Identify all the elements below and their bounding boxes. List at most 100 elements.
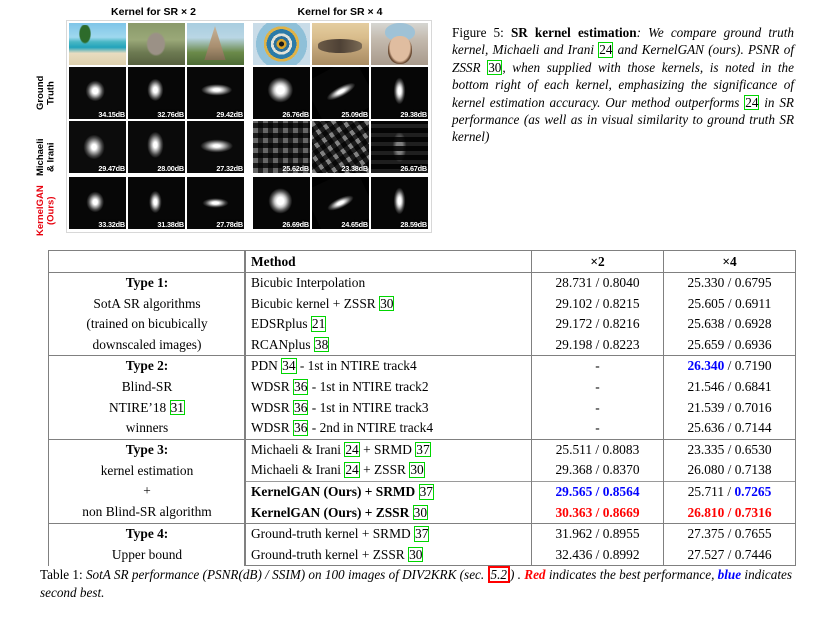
kernel-gt-1: 34.15dB — [69, 67, 126, 119]
psnr-label: 29.47dB — [98, 164, 125, 173]
citation-24[interactable]: 24 — [344, 441, 360, 458]
citation-36[interactable]: 36 — [293, 420, 309, 436]
photo-beach — [69, 23, 126, 65]
kernel-kg-5: 24.65dB — [312, 177, 369, 229]
citation-30[interactable]: 30 — [379, 295, 395, 312]
value-x2: 29.565 / 0.8564 — [531, 480, 664, 503]
kernel-gt-2: 32.76dB — [128, 67, 185, 119]
citation-34[interactable]: 34 — [281, 358, 297, 375]
citation-30[interactable]: 30 — [412, 504, 429, 521]
figure-caption-text-3: , when supplied with those kernels, is n… — [452, 59, 795, 110]
type-label: Type 1: — [125, 275, 169, 290]
method-suffix: - 1st in NTIRE track4 — [296, 358, 417, 374]
value-x2: 29.102 / 0.8215 — [531, 293, 664, 315]
section-reference-5-2[interactable]: 5.2 — [487, 566, 510, 584]
kernel-mi-3: 27.32dB — [187, 121, 244, 173]
value-x2: 28.731 / 0.8040 — [531, 272, 664, 294]
value-x4: 26.340 / 0.7190 — [663, 355, 796, 377]
value-x2: 29.198 / 0.8223 — [531, 334, 664, 357]
figure-row-label-kernelgan: KernelGAN (Ours) — [35, 185, 57, 237]
method-name: Michaeli & Irani — [251, 441, 345, 457]
citation-24[interactable]: 24 — [344, 462, 360, 479]
citation-21[interactable]: 21 — [310, 316, 327, 332]
value-best: 30.363 / 0.8669 — [555, 504, 640, 520]
value-x2: - — [531, 418, 664, 440]
method-cell: WDSR 36 - 2nd in NTIRE track4 — [245, 418, 532, 440]
method-cell: WDSR 36 - 1st in NTIRE track2 — [245, 376, 532, 398]
method-suffix: - 2nd in NTIRE track4 — [308, 420, 434, 436]
citation-37[interactable]: 37 — [415, 441, 431, 458]
figure-row-label-michaeli-irani: Michaeli & Irani — [35, 138, 57, 176]
value-second-best: 0.7265 — [734, 483, 772, 499]
type-desc-line: Upper bound — [111, 546, 183, 562]
legend-red: Red — [524, 567, 546, 582]
photo-squirrel — [128, 23, 185, 65]
method-name: PDN — [251, 358, 282, 374]
type-desc-line: downscaled images) — [92, 336, 202, 352]
citation-37[interactable]: 37 — [418, 483, 434, 500]
psnr-label: 23.38dB — [341, 164, 368, 173]
kernel-mi-1: 29.47dB — [69, 121, 126, 173]
table-caption-label: Table 1: — [40, 567, 83, 582]
table-row[interactable]: Type 1: SotA SR algorithms (trained on b… — [48, 272, 796, 356]
psnr-label: 29.42dB — [216, 110, 243, 119]
psnr-label: 24.65dB — [341, 220, 368, 229]
psnr-label: 31.38dB — [157, 220, 184, 229]
type-desc-line: + — [143, 483, 151, 499]
value-rest: 25.711 / — [687, 483, 735, 499]
citation-30[interactable]: 30 — [487, 59, 503, 76]
table-row[interactable]: Type 3: kernel estimation + non Blind-SR… — [48, 438, 796, 524]
figure-image-grid: 34.15dB 32.76dB 29.42dB 26.76dB 25.09dB … — [66, 20, 432, 233]
citation-30[interactable]: 30 — [409, 462, 425, 479]
value-x4: 25.636 / 0.7144 — [663, 418, 796, 440]
group-label-type-4: Type 4: Upper bound — [48, 523, 246, 566]
psnr-label: 32.76dB — [157, 110, 184, 119]
value-x2: - — [531, 397, 664, 419]
method-name: RCANplus — [251, 336, 314, 352]
citation-24[interactable]: 24 — [598, 42, 614, 58]
method-cell: EDSRplus 21 — [245, 314, 532, 335]
method-cell: KernelGAN (Ours) + SRMD 37 — [245, 480, 532, 503]
citation-37[interactable]: 37 — [414, 526, 430, 542]
figure-kernel-row-michaeli-irani: 29.47dB 28.00dB 27.32dB 25.62dB 23.38dB — [69, 121, 431, 173]
psnr-label: 27.32dB — [216, 164, 243, 173]
figure-photo-row — [69, 23, 431, 65]
figure-caption: Figure 5: SR kernel estimation: We compa… — [452, 24, 794, 146]
psnr-label: 26.69dB — [282, 220, 309, 229]
citation-31[interactable]: 31 — [169, 399, 185, 416]
method-name: KernelGAN (Ours) + SRMD — [251, 483, 419, 499]
citation-36[interactable]: 36 — [293, 399, 309, 416]
value-x4: 26.810 / 0.7316 — [663, 502, 796, 525]
method-name: Ground-truth kernel + SRMD — [251, 526, 415, 542]
citation-30[interactable]: 30 — [408, 546, 424, 563]
method-cell: RCANplus 38 — [245, 334, 532, 357]
value-x2: 25.511 / 0.8083 — [531, 438, 664, 461]
value-x4: 27.527 / 0.7446 — [663, 544, 796, 567]
value-x4: 25.659 / 0.6936 — [663, 334, 796, 357]
method-cell: Bicubic kernel + ZSSR 30 — [245, 293, 532, 315]
type-desc-line: SotA SR algorithms — [93, 295, 201, 311]
citation-24b[interactable]: 24 — [744, 94, 760, 111]
kernel-gt-5: 25.09dB — [312, 67, 369, 119]
method-name: WDSR — [251, 378, 294, 394]
header-blank — [48, 250, 246, 273]
value-x4: 25.638 / 0.6928 — [663, 314, 796, 335]
method-name: Ground-truth kernel + ZSSR — [251, 546, 409, 562]
type-desc-line: NTIRE’18 31 — [108, 399, 185, 416]
citation-38[interactable]: 38 — [313, 336, 330, 353]
value-x2: 29.368 / 0.8370 — [531, 460, 664, 482]
value-x4: 23.335 / 0.6530 — [663, 438, 796, 461]
value-x4: 27.375 / 0.7655 — [663, 523, 796, 545]
table-row[interactable]: Type 2: Blind-SR NTIRE’18 31 winners PDN… — [48, 355, 796, 440]
table-row[interactable]: Type 4: Upper bound Ground-truth kernel … — [48, 523, 796, 566]
photo-mandala — [253, 23, 310, 65]
method-cell: Michaeli & Irani 24 + SRMD 37 — [245, 438, 532, 461]
group-label-type-3: Type 3: kernel estimation + non Blind-SR… — [48, 438, 246, 524]
header-method: Method — [245, 250, 532, 273]
value-best: 26.340 — [687, 358, 725, 374]
psnr-label: 25.09dB — [341, 110, 368, 119]
citation-36[interactable]: 36 — [293, 378, 309, 395]
type-desc-line: Blind-SR — [121, 378, 173, 394]
header-x4: ×4 — [663, 250, 796, 273]
psnr-label: 27.78dB — [216, 220, 243, 229]
